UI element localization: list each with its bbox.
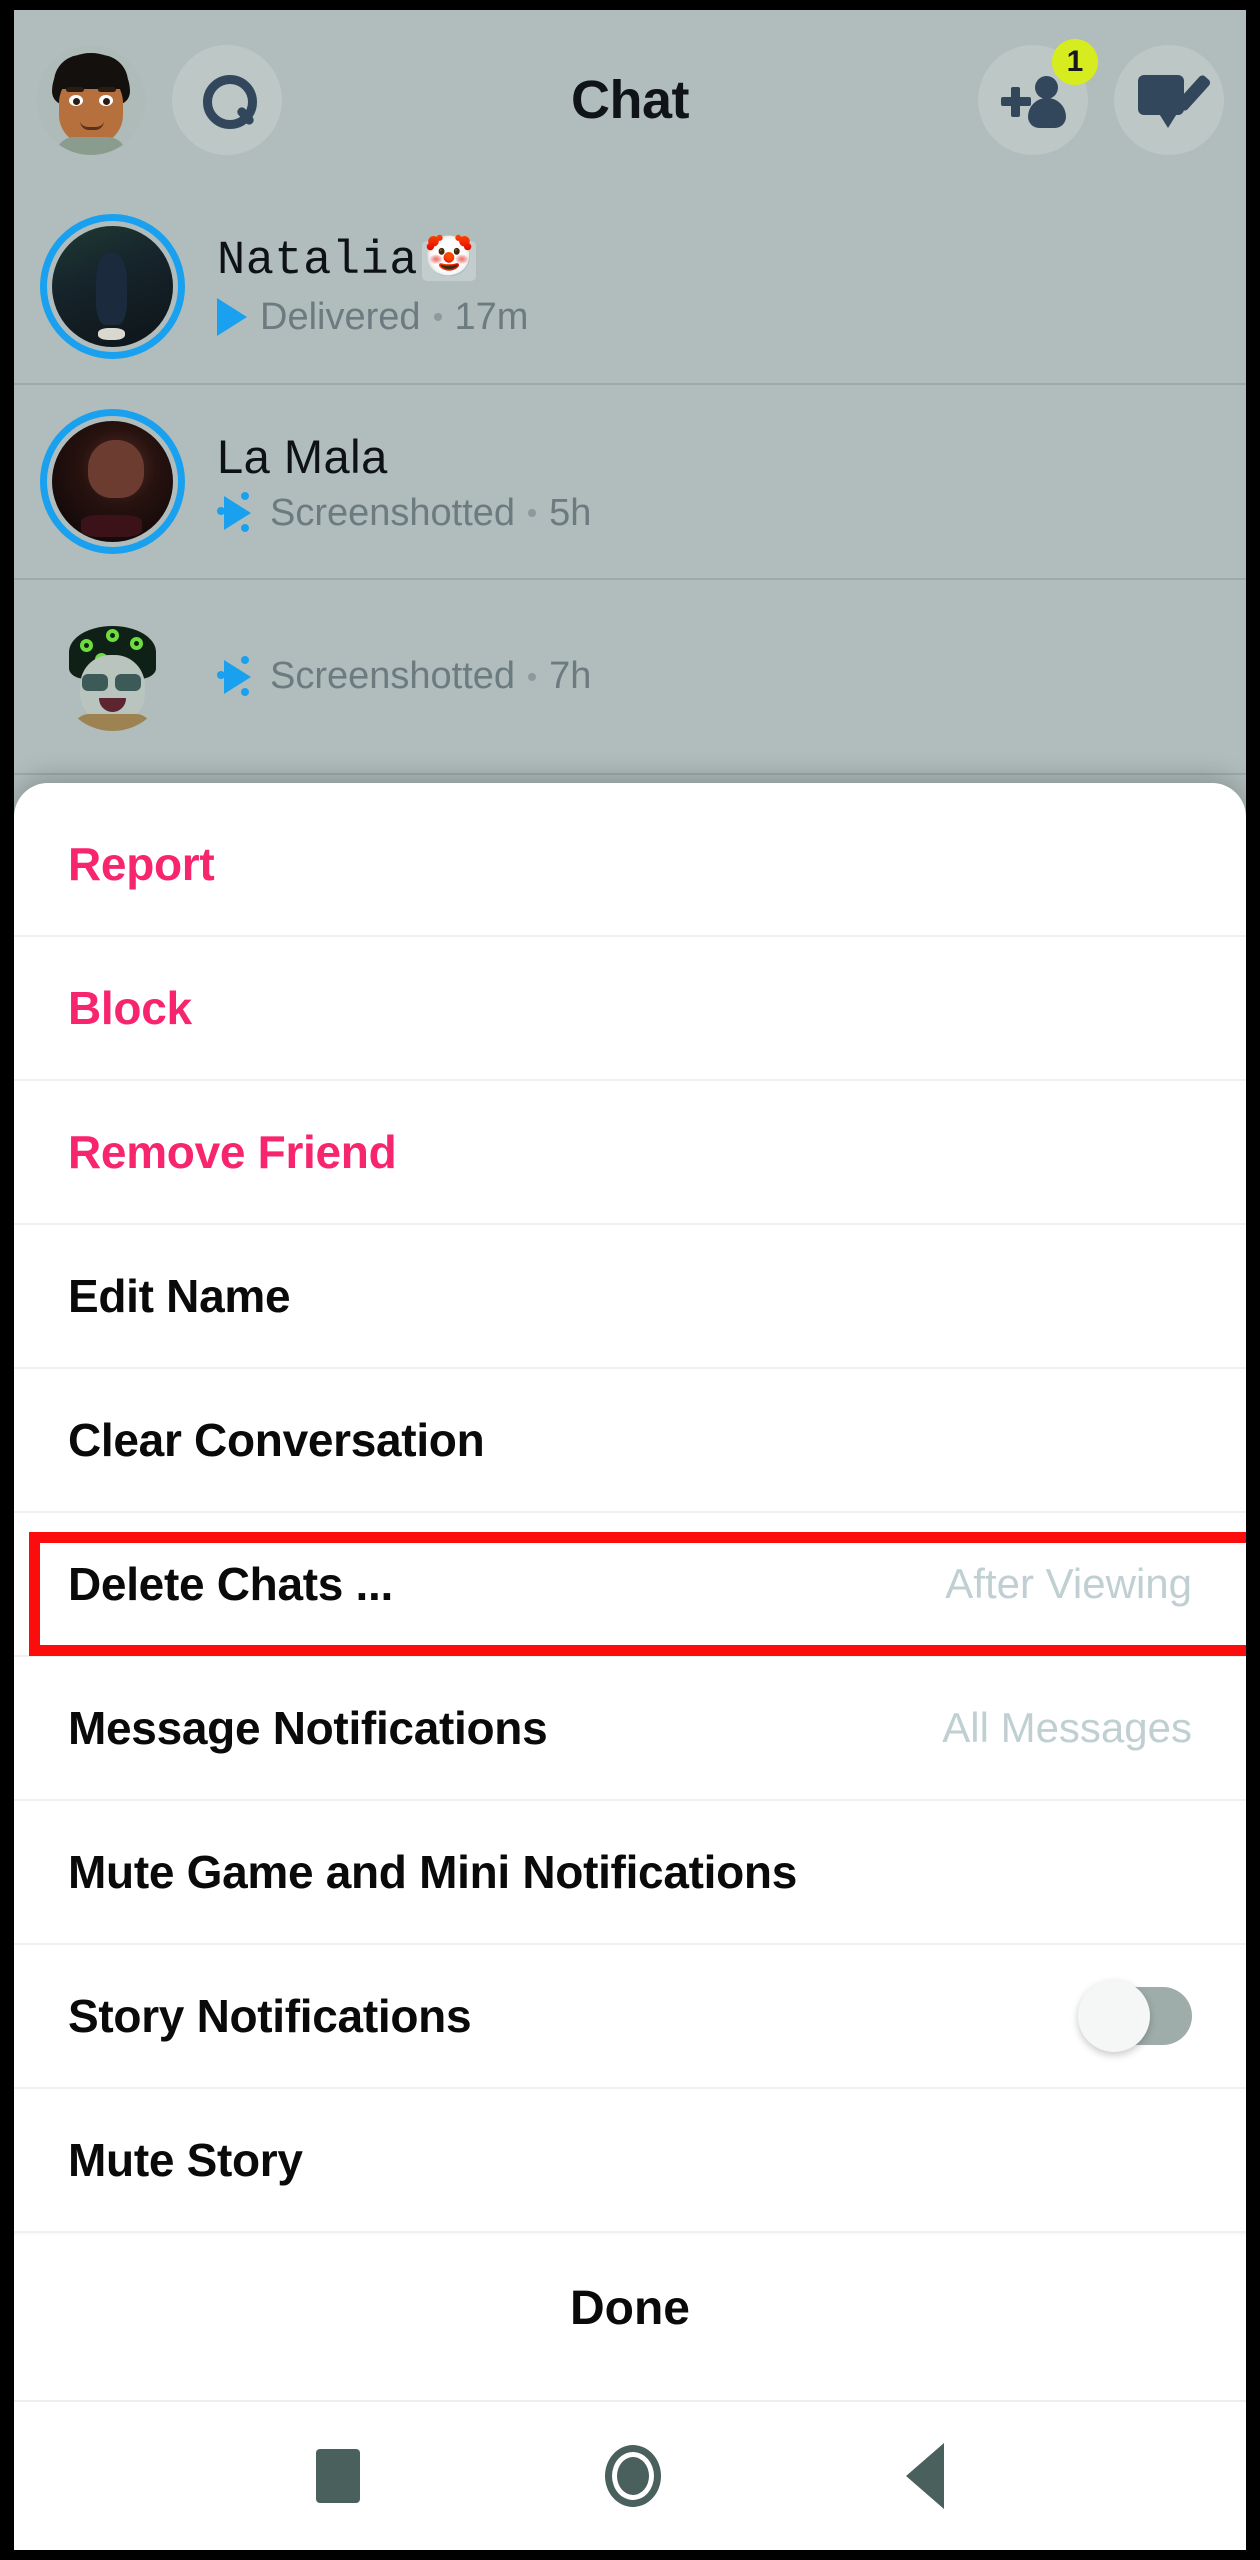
page-title: Chat: [571, 70, 690, 130]
profile-avatar-button[interactable]: [36, 45, 146, 155]
chat-row-third[interactable]: Screenshotted 7h: [14, 580, 1246, 775]
menu-item-report[interactable]: Report: [14, 783, 1246, 937]
chat-status-text: Delivered: [260, 295, 421, 338]
menu-item-edit-name[interactable]: Edit Name: [14, 1225, 1246, 1369]
header-right-actions: 1: [978, 39, 1224, 155]
search-button[interactable]: [172, 45, 282, 155]
done-button[interactable]: Done: [14, 2233, 1246, 2381]
add-friend-button[interactable]: 1: [978, 39, 1098, 155]
chat-timestamp: 5h: [549, 491, 592, 534]
menu-item-label: Message Notifications: [68, 1702, 548, 1754]
triangle-back-icon[interactable]: [905, 2443, 944, 2509]
friend-emoji-icon: 🤡: [421, 238, 477, 283]
chat-name: Natalia 🤡: [217, 235, 528, 288]
done-button-label: Done: [570, 2281, 690, 2335]
chat-list: Natalia 🤡 Delivered 17m La Mala Screensh…: [14, 190, 1246, 775]
menu-item-label: Mute Story: [68, 2134, 303, 2186]
separator-dot: [528, 672, 537, 681]
chat-status: Screenshotted 5h: [217, 492, 591, 535]
menu-item-label: Mute Game and Mini Notifications: [68, 1846, 798, 1898]
chat-row-body: Screenshotted 7h: [217, 655, 591, 698]
separator-dot: [528, 509, 537, 517]
chat-status: Screenshotted 7h: [217, 655, 591, 698]
chat-header: Chat 1: [14, 10, 1246, 190]
menu-item-label: Report: [68, 838, 215, 890]
menu-item-label: Clear Conversation: [68, 1414, 485, 1466]
chat-timestamp: 17m: [454, 295, 529, 338]
add-friend-badge: 1: [1052, 39, 1098, 85]
chat-status: Delivered 17m: [217, 296, 528, 339]
chat-row-body: Natalia 🤡 Delivered 17m: [217, 235, 528, 339]
menu-item-mute-game-mini-notifications[interactable]: Mute Game and Mini Notifications: [14, 1801, 1246, 1945]
menu-item-label: Delete Chats ...: [68, 1558, 393, 1610]
circle-home-icon[interactable]: [604, 2445, 661, 2507]
menu-item-label: Edit Name: [68, 1270, 291, 1322]
chat-row-natalia[interactable]: Natalia 🤡 Delivered 17m: [14, 190, 1246, 385]
menu-item-block[interactable]: Block: [14, 937, 1246, 1081]
chat-status-text: Screenshotted: [270, 491, 516, 534]
friend-options-sheet: Report Block Remove Friend Edit Name Cle…: [14, 783, 1246, 2400]
square-recents-icon[interactable]: [316, 2449, 361, 2503]
chat-row-body: La Mala Screenshotted 5h: [217, 429, 591, 535]
new-chat-icon: [1138, 71, 1212, 129]
search-icon: [201, 74, 257, 129]
avatar: [52, 421, 173, 542]
chat-name-text: Natalia: [217, 234, 418, 288]
toggle-knob: [1078, 1980, 1150, 2052]
menu-item-clear-conversation[interactable]: Clear Conversation: [14, 1369, 1246, 1513]
menu-item-value: All Messages: [942, 1704, 1192, 1751]
chat-timestamp: 7h: [549, 655, 592, 697]
story-notifications-toggle[interactable]: [1078, 1980, 1192, 2052]
chat-row-la-mala[interactable]: La Mala Screenshotted 5h: [14, 385, 1246, 580]
avatar: [58, 622, 167, 731]
header-left-actions: [36, 45, 282, 155]
avatar-wrapper[interactable]: [40, 604, 185, 749]
screenshot-icon: [217, 655, 257, 696]
chat-status-text: Screenshotted: [270, 655, 516, 697]
unopened-story-ring[interactable]: [40, 409, 185, 554]
delivered-arrow-icon: [217, 298, 247, 336]
menu-item-remove-friend[interactable]: Remove Friend: [14, 1081, 1246, 1225]
new-chat-button[interactable]: [1114, 45, 1224, 155]
chat-name: La Mala: [217, 429, 591, 484]
chat-name-text: La Mala: [217, 429, 388, 483]
avatar: [52, 226, 173, 347]
menu-item-label: Block: [68, 982, 192, 1034]
menu-item-message-notifications[interactable]: Message Notifications All Messages: [14, 1657, 1246, 1801]
add-friend-icon: [1001, 71, 1066, 129]
phone-screen: Chat 1 Natalia 🤡 Delivered 17m La Mala S…: [0, 0, 1260, 2560]
menu-item-label: Story Notifications: [68, 1990, 472, 2042]
menu-item-story-notifications[interactable]: Story Notifications: [14, 1945, 1246, 2089]
menu-item-value: After Viewing: [945, 1560, 1192, 1607]
menu-item-label: Remove Friend: [68, 1126, 397, 1178]
separator-dot: [433, 313, 442, 321]
menu-item-mute-story[interactable]: Mute Story: [14, 2089, 1246, 2233]
screenshot-icon: [217, 492, 257, 532]
unopened-story-ring[interactable]: [40, 214, 185, 359]
bitmoji-avatar-icon: [36, 45, 146, 155]
menu-item-delete-chats[interactable]: Delete Chats ... After Viewing: [14, 1513, 1246, 1657]
android-navigation-bar: [14, 2400, 1246, 2550]
